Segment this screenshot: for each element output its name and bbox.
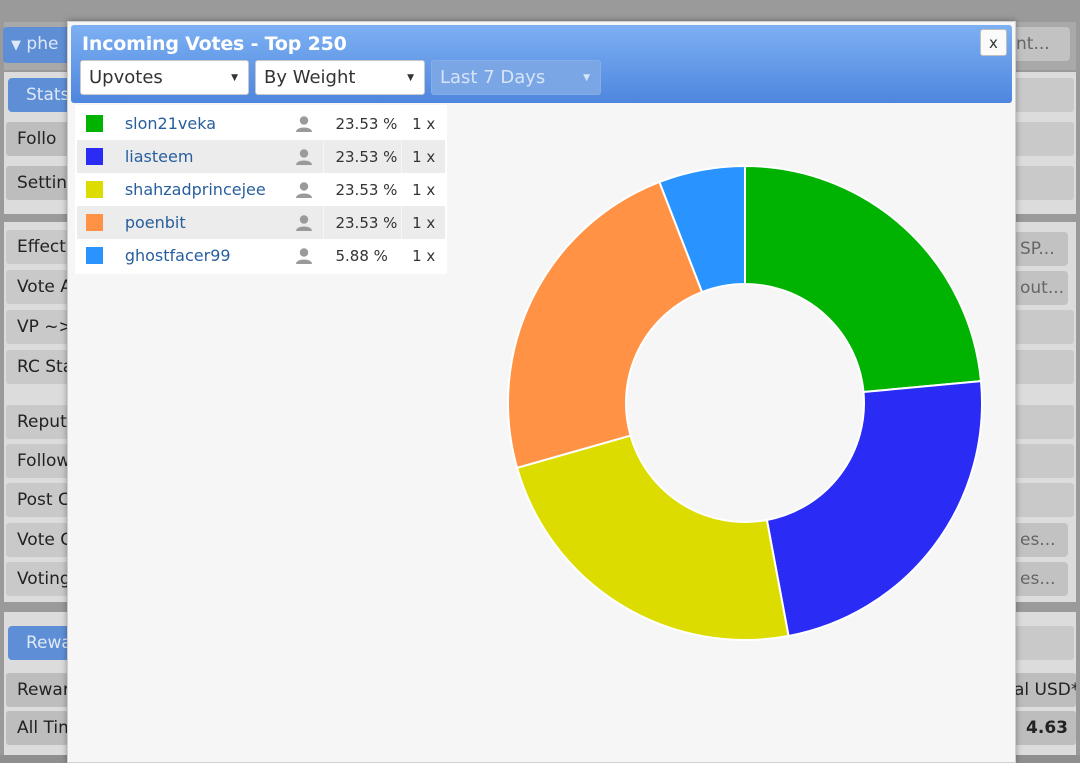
donut-slice-slon21veka[interactable] — [744, 164, 983, 394]
donut-slice-poenbit[interactable] — [507, 180, 704, 470]
donut-slice-liasteem[interactable] — [765, 380, 983, 638]
votes-donut-chart — [507, 164, 983, 641]
donut-slice-shahzadprincejee[interactable] — [515, 434, 790, 641]
